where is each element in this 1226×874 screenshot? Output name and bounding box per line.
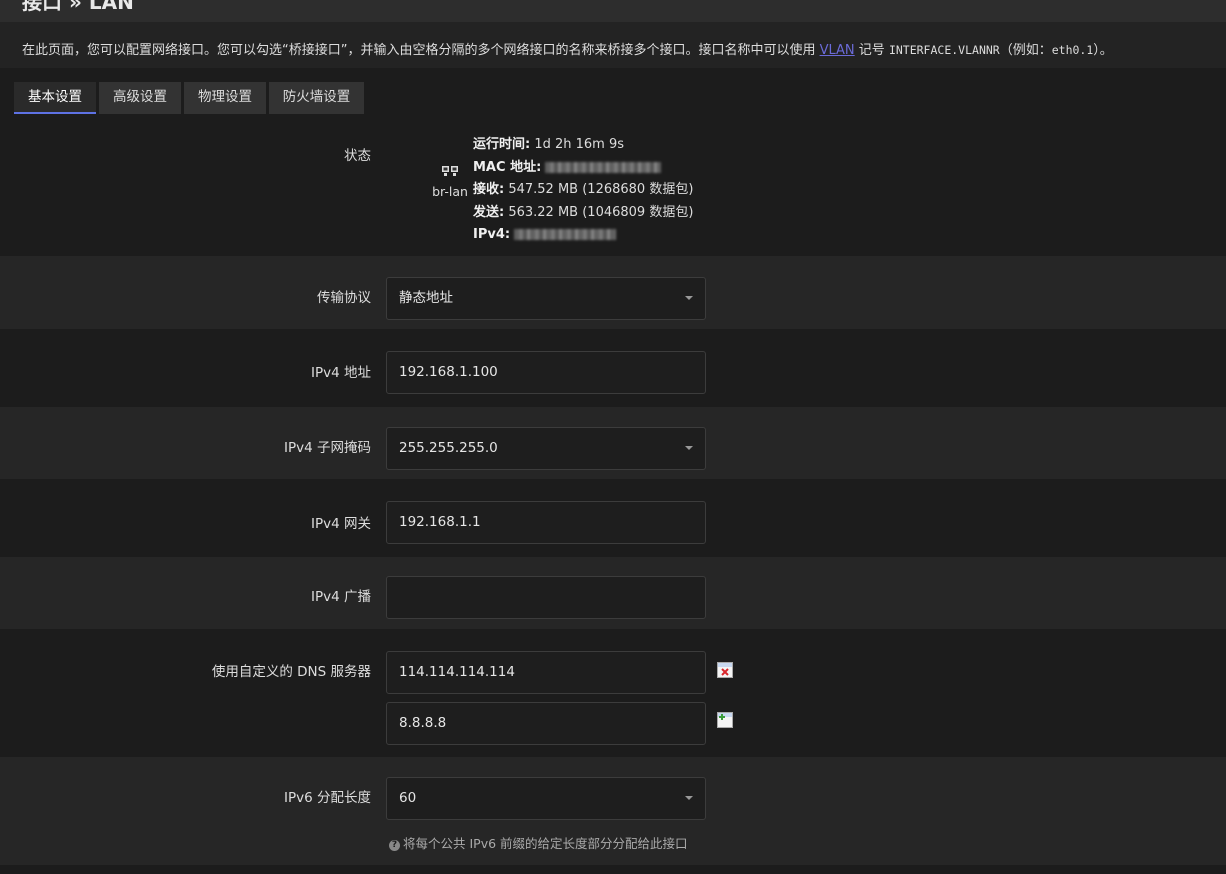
dns-value-1: 114.114.114.114 <box>399 664 515 680</box>
page-title: 接口 » LAN <box>22 0 134 14</box>
tab-advanced-settings[interactable]: 高级设置 <box>99 82 181 114</box>
tab-physical-settings[interactable]: 物理设置 <box>184 82 266 114</box>
description-text: 在此页面，您可以配置网络接口。您可以勾选“桥接接口”，并输入由空格分隔的多个网络… <box>22 43 820 58</box>
description-text-4: ）。 <box>1093 43 1113 58</box>
ipv4-address-value: 192.168.1.100 <box>399 364 498 380</box>
form-row-ipv4-broadcast: IPv4 广播 <box>0 557 1226 629</box>
uptime-label: 运行时间: <box>473 137 531 152</box>
interface-name: br-lan <box>432 184 468 199</box>
ipv4-label: IPv4: <box>473 227 511 242</box>
form-row-dns: 使用自定义的 DNS 服务器 114.114.114.114 8.8.8.8 <box>0 629 1226 757</box>
form-row-ipv6-assign: IPv6 分配长度 60 ? 将每个公共 IPv6 前缀的给定长度部分分配给此接口 <box>0 757 1226 865</box>
ipv4-gateway-label: IPv4 网关 <box>311 516 371 532</box>
network-interface-icon <box>442 166 458 176</box>
mac-value-redacted <box>545 161 662 173</box>
status-info: 运行时间: 1d 2h 16m 9s MAC 地址: 接收: 547.52 MB… <box>473 134 693 247</box>
vlan-link[interactable]: VLAN <box>820 43 855 58</box>
ipv4-netmask-value: 255.255.255.0 <box>399 440 498 456</box>
protocol-select[interactable]: 静态地址 <box>386 277 706 320</box>
form-row-protocol: 传输协议 静态地址 <box>0 256 1226 329</box>
page-header: 接口 » LAN <box>0 0 1226 22</box>
ipv4-address-input[interactable]: 192.168.1.100 <box>386 351 706 394</box>
tab-basic-settings[interactable]: 基本设置 <box>14 82 96 114</box>
ipv6-assign-hint: ? 将每个公共 IPv6 前缀的给定长度部分分配给此接口 <box>389 833 688 852</box>
remove-icon[interactable] <box>717 662 733 678</box>
mac-label: MAC 地址: <box>473 159 542 175</box>
ipv4-broadcast-label: IPv4 广播 <box>311 589 371 605</box>
uptime-value: 1d 2h 16m 9s <box>534 137 625 152</box>
rx-line: 接收: 547.52 MB (1268680 数据包) <box>473 179 693 202</box>
form-row-ipv4-gateway: IPv4 网关 192.168.1.1 <box>0 479 1226 557</box>
ipv4-gateway-value: 192.168.1.1 <box>399 514 481 530</box>
chevron-down-icon <box>685 446 693 450</box>
description-text-3: （例如： <box>999 43 1052 58</box>
dns-label: 使用自定义的 DNS 服务器 <box>211 664 371 680</box>
remove-icon-glyph <box>718 663 732 676</box>
tx-label: 发送: <box>473 204 505 220</box>
ipv4-line: IPv4: <box>473 224 693 247</box>
ipv6-assign-label: IPv6 分配长度 <box>284 790 371 806</box>
ipv4-address-label: IPv4 地址 <box>311 365 371 381</box>
page-description: 在此页面，您可以配置网络接口。您可以勾选“桥接接口”，并输入由空格分隔的多个网络… <box>0 22 1226 68</box>
dns-value-2: 8.8.8.8 <box>399 715 447 731</box>
ipv4-value-redacted <box>514 229 617 240</box>
ipv6-assign-hint-text: 将每个公共 IPv6 前缀的给定长度部分分配给此接口 <box>403 836 688 851</box>
form-row-ipv4-address: IPv4 地址 192.168.1.100 <box>0 329 1226 407</box>
mac-line: MAC 地址: <box>473 157 693 180</box>
status-section: 状态 br-lan 运行时间: 1d 2h 16m 9s MAC 地址: 接收:… <box>0 130 1226 256</box>
tab-bar: 基本设置 高级设置 物理设置 防火墙设置 <box>0 68 1226 130</box>
description-code-1: INTERFACE.VLANNR <box>888 43 1000 57</box>
interface-badge: br-lan <box>430 164 470 199</box>
help-icon: ? <box>389 840 400 851</box>
ipv4-broadcast-input[interactable] <box>386 576 706 619</box>
rx-label: 接收: <box>473 182 505 197</box>
description-code-2: eth0.1 <box>1051 43 1094 57</box>
rx-value: 547.52 MB (1268680 数据包) <box>508 182 694 197</box>
uptime-line: 运行时间: 1d 2h 16m 9s <box>473 134 693 157</box>
dns-input-1[interactable]: 114.114.114.114 <box>386 651 706 694</box>
form-row-ipv4-netmask: IPv4 子网掩码 255.255.255.0 <box>0 407 1226 479</box>
chevron-down-icon <box>685 796 693 800</box>
ipv4-gateway-input[interactable]: 192.168.1.1 <box>386 501 706 544</box>
ipv6-assign-select[interactable]: 60 <box>386 777 706 820</box>
description-text-2: 记号 <box>854 43 889 58</box>
ipv4-netmask-select[interactable]: 255.255.255.0 <box>386 427 706 470</box>
protocol-value: 静态地址 <box>399 290 453 306</box>
tab-firewall-settings[interactable]: 防火墙设置 <box>269 82 364 114</box>
chevron-down-icon <box>685 296 693 300</box>
tx-line: 发送: 563.22 MB (1046809 数据包) <box>473 202 693 225</box>
protocol-label: 传输协议 <box>317 290 371 306</box>
dns-input-2[interactable]: 8.8.8.8 <box>386 702 706 745</box>
ipv6-assign-value: 60 <box>399 790 417 806</box>
add-icon-glyph <box>718 713 732 720</box>
tx-value: 563.22 MB (1046809 数据包) <box>508 204 694 220</box>
ipv4-netmask-label: IPv4 子网掩码 <box>284 440 371 456</box>
status-label: 状态 <box>344 148 371 164</box>
add-icon[interactable] <box>717 712 733 728</box>
